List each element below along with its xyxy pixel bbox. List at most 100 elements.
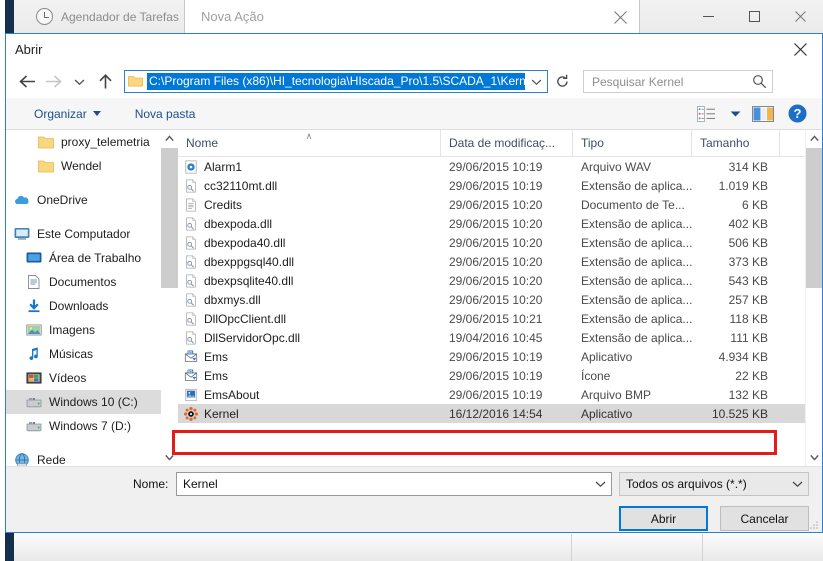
filelist-scroll-up-chevron-up-icon[interactable] (806, 130, 822, 147)
help-icon[interactable]: ? (780, 101, 814, 127)
file-type-cell: Arquivo BMP (581, 387, 652, 402)
sidebar-item-label: Downloads (49, 299, 109, 313)
sidebar-item-wendel[interactable]: Wendel (6, 154, 178, 178)
table-row[interactable]: Kernel 16/12/2016 14:54 Aplicativo 10.525 K… (178, 404, 822, 423)
table-row[interactable]: dbexppgsql40.dll 29/06/2015 10:20 Extensão… (178, 252, 822, 271)
minimize-button[interactable] (685, 0, 731, 32)
open-button[interactable]: Abrir (619, 506, 708, 531)
address-chevron-down-icon[interactable] (525, 71, 547, 92)
background-bottom-divider-2 (702, 534, 703, 561)
filelist-scroll-thumb[interactable] (806, 148, 822, 288)
table-row[interactable]: dbexpoda.dll 29/06/2015 10:20 Extensão de … (178, 214, 822, 233)
sidebar-item-rea-de-trabalho[interactable]: Área de Trabalho (6, 246, 178, 270)
file-type-cell: Extensão de aplica... (581, 178, 692, 193)
file-type-filter-value: Todos os arquivos (*.*) (626, 477, 747, 491)
navigation-bar: C:\Program Files (x86)\HI_tecnologia\HIs… (6, 65, 822, 98)
close-button[interactable] (777, 0, 823, 32)
dll-file-icon (184, 311, 198, 326)
file-name-input[interactable]: Kernel (176, 472, 612, 496)
file-name-cell: dbxmys.dll (178, 293, 441, 307)
file-list-scrollbar[interactable] (805, 130, 822, 466)
file-type-cell: Documento de Te... (581, 197, 685, 212)
address-bar[interactable]: C:\Program Files (x86)\HI_tecnologia\HIs… (124, 70, 548, 93)
file-type-filter-select[interactable]: Todos os arquivos (*.*) (619, 472, 809, 496)
table-row[interactable]: cc32110mt.dll 29/06/2015 10:19 Extensão de… (178, 176, 822, 195)
preview-pane-icon[interactable] (746, 101, 780, 127)
sidebar-item-proxy-telemetria[interactable]: proxy_telemetria (6, 130, 178, 154)
nova-acao-close-button[interactable] (607, 4, 633, 30)
file-name-cell: ES Ems (178, 350, 441, 364)
background-window-controls[interactable] (685, 0, 823, 32)
table-row[interactable]: ES Ems 29/06/2015 10:19 Aplicativo 4.934 KB (178, 347, 822, 366)
table-row[interactable]: EmsAbout 29/06/2015 10:19 Arquivo BMP 132 K… (178, 385, 822, 404)
sidebar-item-imagens[interactable]: Imagens (6, 318, 178, 342)
table-row[interactable]: dbexpoda40.dll 29/06/2015 10:20 Extensão d… (178, 233, 822, 252)
table-row[interactable]: dbxmys.dll 29/06/2015 10:20 Extensão de ap… (178, 290, 822, 309)
back-arrow-icon[interactable] (14, 69, 40, 95)
file-name-cell: Alarm1 (178, 160, 441, 174)
dialog-toolbar: Organizar Nova pasta ? (6, 98, 822, 130)
file-size-cell: 118 KB (729, 311, 768, 326)
file-date-cell: 16/12/2016 14:54 (449, 406, 543, 421)
file-name-cell: dbexpoda40.dll (178, 236, 441, 250)
bmp-file-icon (184, 388, 198, 402)
list-view-icon[interactable] (690, 101, 724, 127)
organizar-button[interactable]: Organizar (28, 102, 107, 126)
view-caret-down-icon[interactable] (724, 101, 746, 127)
refresh-icon[interactable] (550, 70, 575, 93)
file-date-cell: 29/06/2015 10:20 (449, 216, 543, 231)
sidebar-item-v-deos[interactable]: Vídeos (6, 366, 178, 390)
sidebar-item-m-sicas[interactable]: Músicas (6, 342, 178, 366)
file-size-cell: 314 KB (728, 159, 768, 174)
sidebar-item-windows-10-c[interactable]: Windows 10 (C:) (6, 390, 178, 414)
dll-file-icon (184, 254, 198, 269)
maximize-button[interactable] (731, 0, 777, 32)
sidebar-item-windows-7-d[interactable]: Windows 7 (D:) (6, 414, 178, 438)
column-header-nome[interactable]: Nome ∧ (178, 130, 441, 157)
documents-icon (26, 274, 42, 290)
dll-file-icon (184, 235, 198, 250)
file-name-cell: dbexpsqlite40.dll (178, 274, 441, 288)
background-bottom-divider-1 (571, 534, 572, 561)
filter-chevron-down-icon[interactable] (786, 480, 808, 488)
cancel-button[interactable]: Cancelar (720, 506, 809, 531)
nova-pasta-button[interactable]: Nova pasta (129, 102, 202, 126)
file-name-cell: Credits (178, 198, 441, 212)
up-arrow-icon[interactable] (92, 69, 118, 95)
column-header-tipo[interactable]: Tipo (573, 130, 692, 157)
svg-text:ES: ES (188, 369, 192, 373)
task-scheduler-title-group: Agendador de Tarefas (36, 8, 179, 25)
file-type-cell: Extensão de aplica... (581, 273, 692, 288)
file-name-text: Kernel (204, 406, 239, 421)
sidebar-scroll-up-chevron-up-icon[interactable] (161, 130, 178, 147)
sidebar-scroll-down-chevron-down-icon[interactable] (161, 449, 178, 466)
table-row[interactable]: Credits 29/06/2015 10:20 Documento de Te..… (178, 195, 822, 214)
resize-grip-icon[interactable] (809, 519, 819, 529)
sidebar-item-onedrive[interactable]: OneDrive (6, 188, 178, 212)
search-input[interactable]: Pesquisar Kernel (583, 70, 773, 93)
forward-arrow-icon[interactable] (40, 69, 66, 95)
sidebar-item-este-computador[interactable]: Este Computador (6, 222, 178, 246)
file-name-text: Credits (204, 197, 243, 212)
file-size-cell: 4.934 KB (718, 349, 768, 364)
column-header-data-de-modifica[interactable]: Data de modificaç... (441, 130, 573, 157)
table-row[interactable]: dbexpsqlite40.dll 29/06/2015 10:20 Extensã… (178, 271, 822, 290)
ems-app-icon: ES (184, 349, 198, 364)
computer-icon (14, 226, 30, 242)
table-row[interactable]: ES Ems 29/06/2015 10:19 Ícone 22 KB (178, 366, 822, 385)
file-name-chevron-down-icon[interactable] (589, 480, 611, 488)
sidebar-item-documentos[interactable]: Documentos (6, 270, 178, 294)
table-row[interactable]: DllOpcClient.dll 29/06/2015 10:21 Extensão… (178, 309, 822, 328)
file-date-cell: 19/04/2016 10:45 (449, 330, 543, 345)
dialog-close-button[interactable] (778, 34, 822, 65)
sidebar-scroll-thumb[interactable] (161, 148, 178, 288)
table-row[interactable]: DllServidorOpc.dll 19/04/2016 10:45 Extens… (178, 328, 822, 347)
column-header-tamanho[interactable]: Tamanho (692, 130, 780, 157)
filelist-scroll-down-chevron-down-icon[interactable] (806, 449, 822, 466)
history-chevron-down-icon[interactable] (66, 69, 92, 95)
sidebar-item-rede[interactable]: Rede (6, 448, 178, 466)
file-date-cell: 29/06/2015 10:20 (449, 273, 543, 288)
sidebar-item-downloads[interactable]: Downloads (6, 294, 178, 318)
sidebar-scrollbar[interactable] (161, 130, 178, 466)
table-row[interactable]: Alarm1 29/06/2015 10:19 Arquivo WAV 314 KB (178, 157, 822, 176)
